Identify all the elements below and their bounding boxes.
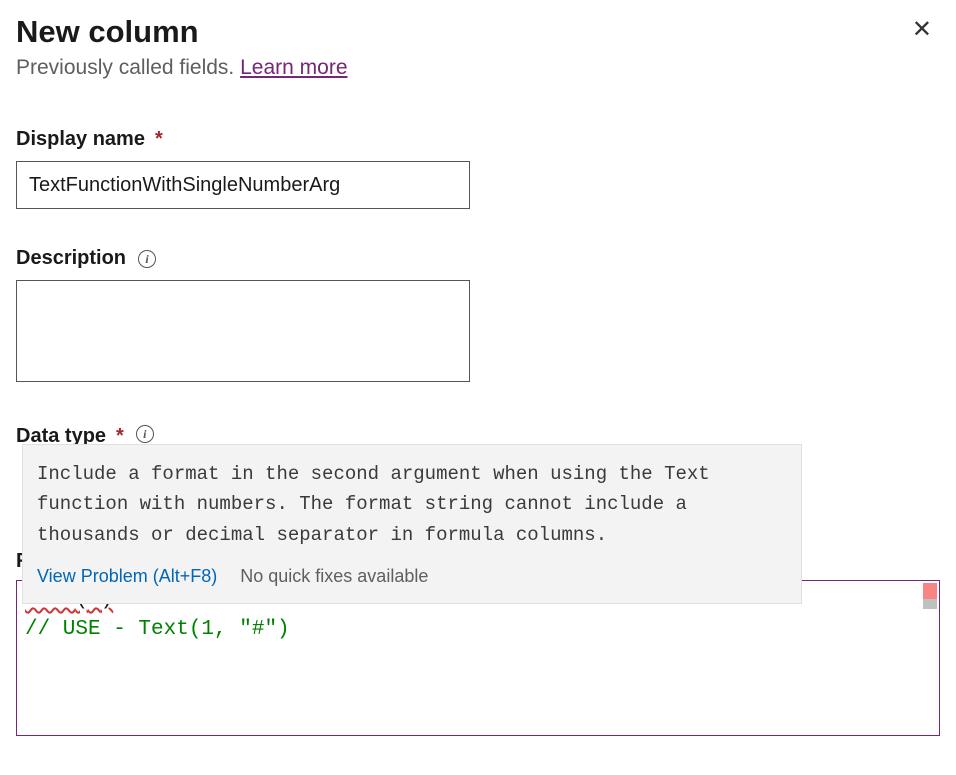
- display-name-label-text: Display name: [16, 128, 145, 151]
- tooltip-actions: View Problem (Alt+F8) No quick fixes ava…: [37, 562, 787, 591]
- description-input[interactable]: [16, 280, 470, 382]
- error-tooltip: Include a format in the second argument …: [22, 444, 802, 604]
- code-line-2: // USE - Text(1, "#"): [25, 615, 931, 645]
- display-name-input[interactable]: [16, 161, 470, 209]
- description-label: Description i: [16, 247, 940, 270]
- page-title: New column: [16, 14, 199, 50]
- required-indicator: *: [155, 128, 163, 151]
- error-marker: [923, 583, 937, 599]
- info-icon[interactable]: i: [138, 250, 156, 268]
- close-icon: ✕: [912, 16, 932, 43]
- learn-more-link[interactable]: Learn more: [240, 56, 347, 79]
- display-name-label: Display name *: [16, 128, 940, 151]
- subtitle: Previously called fields. Learn more: [16, 56, 940, 80]
- view-problem-link[interactable]: View Problem (Alt+F8): [37, 566, 217, 586]
- subtitle-text: Previously called fields.: [16, 56, 240, 79]
- scrollbar-thumb[interactable]: [923, 599, 937, 609]
- no-fixes-text: No quick fixes available: [240, 566, 428, 586]
- description-field-group: Description i: [16, 247, 940, 387]
- tooltip-message: Include a format in the second argument …: [37, 459, 787, 550]
- close-button[interactable]: ✕: [904, 14, 940, 46]
- info-icon[interactable]: i: [136, 425, 154, 443]
- display-name-field-group: Display name *: [16, 128, 940, 209]
- description-label-text: Description: [16, 247, 126, 270]
